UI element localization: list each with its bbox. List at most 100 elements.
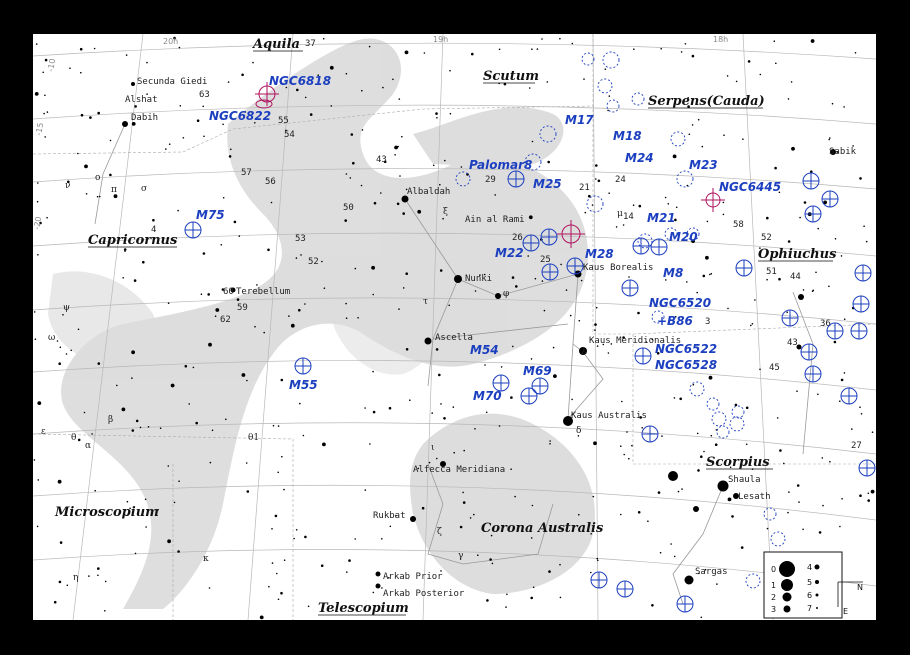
globular-cluster-marker[interactable] (804, 365, 822, 383)
faint-star (615, 226, 618, 228)
faint-star (786, 311, 788, 314)
globular-cluster-marker[interactable] (854, 264, 872, 282)
faint-star (283, 488, 285, 491)
globular-cluster-marker[interactable] (840, 387, 858, 405)
faint-star (637, 311, 640, 315)
faint-star (56, 340, 59, 342)
faint-star (759, 73, 762, 76)
globular-cluster-marker[interactable] (632, 237, 650, 255)
faint-star (448, 304, 451, 307)
faint-star (591, 204, 594, 206)
faint-star (277, 425, 280, 427)
faint-star (222, 123, 224, 126)
globular-cluster-marker[interactable] (650, 238, 668, 256)
faint-star (225, 418, 227, 421)
globular-cluster-marker[interactable] (641, 425, 659, 443)
globular-cluster-marker[interactable] (541, 263, 559, 281)
dec-label: -20 (33, 216, 43, 230)
faint-star (53, 600, 57, 604)
faint-star (295, 529, 298, 531)
globular-cluster-marker[interactable] (616, 580, 634, 598)
star-arkab-prior-dot (375, 571, 381, 577)
globular-cluster-marker[interactable] (858, 459, 876, 477)
globular-cluster-marker[interactable] (294, 357, 312, 375)
faint-star (790, 81, 793, 83)
star-nunki-dot (454, 275, 462, 283)
faint-star (638, 204, 642, 208)
faint-star (471, 52, 474, 56)
globular-cluster-marker[interactable] (540, 228, 558, 246)
faint-star (195, 421, 198, 425)
faint-star (36, 200, 39, 203)
faint-star (829, 137, 831, 139)
globular-cluster-marker[interactable] (520, 387, 538, 405)
faint-star (409, 399, 411, 402)
faint-star (299, 402, 301, 405)
globular-cluster-marker[interactable] (522, 234, 540, 252)
faint-star (799, 216, 801, 219)
faint-star (134, 552, 137, 555)
faint-star (595, 306, 598, 309)
faint-star (131, 350, 135, 355)
faint-star (776, 417, 779, 419)
magnitude-legend: 0 1 2 3 4 5 6 7 N E (763, 551, 863, 619)
faint-star (399, 175, 401, 177)
globular-cluster-marker[interactable] (852, 295, 870, 313)
globular-cluster-marker[interactable] (590, 571, 608, 589)
faint-star (131, 377, 133, 379)
faint-star (449, 112, 452, 115)
globular-cluster-marker[interactable] (621, 279, 639, 297)
constellation-corona-australis: Corona Australis (481, 521, 604, 536)
dso-m17-label: M17 (565, 113, 594, 127)
faint-star (357, 317, 359, 319)
faint-star (727, 307, 729, 310)
globular-cluster-marker[interactable] (507, 170, 525, 188)
faint-star (77, 328, 80, 331)
faint-star (348, 559, 351, 562)
faint-star (215, 308, 220, 312)
faint-star (607, 352, 610, 354)
globular-cluster-marker[interactable] (800, 343, 818, 361)
flamsteed-number: 62 (220, 315, 231, 325)
faint-star (796, 390, 798, 393)
faint-star (595, 164, 598, 167)
globular-cluster-marker[interactable] (735, 259, 753, 277)
faint-star (345, 302, 347, 305)
faint-star (46, 111, 49, 113)
faint-star (97, 362, 101, 365)
faint-star (62, 314, 64, 316)
faint-star (170, 383, 175, 388)
faint-star (843, 318, 846, 321)
globular-cluster-marker[interactable] (531, 377, 549, 395)
flamsteed-number: 37 (305, 39, 316, 49)
faint-star (628, 276, 630, 278)
faint-star (57, 479, 62, 484)
faint-star (867, 492, 870, 495)
globular-cluster-marker[interactable] (826, 322, 844, 340)
globular-cluster-marker[interactable] (850, 322, 868, 340)
globular-cluster-marker[interactable] (676, 595, 694, 613)
faint-star (729, 466, 732, 469)
faint-star (435, 348, 439, 351)
globular-cluster-marker[interactable] (566, 257, 584, 275)
faint-star (696, 432, 699, 435)
faint-star (145, 526, 147, 528)
globular-cluster-marker[interactable] (781, 309, 799, 327)
star-name-ain-al-rami: Ain al Rami (465, 215, 525, 225)
faint-star (670, 543, 672, 545)
faint-star (84, 164, 88, 169)
faint-star (129, 507, 131, 510)
faint-star (77, 152, 79, 155)
globular-cluster-marker[interactable] (804, 205, 822, 223)
faint-star (361, 129, 364, 131)
faint-star (256, 284, 258, 286)
globular-cluster-marker[interactable] (184, 221, 202, 239)
globular-cluster-marker[interactable] (802, 172, 820, 190)
faint-star (532, 586, 535, 589)
star-phi-dot (495, 293, 501, 299)
globular-cluster-marker[interactable] (634, 347, 652, 365)
faint-star (345, 173, 348, 175)
faint-star (271, 528, 273, 530)
faint-star (295, 257, 298, 259)
globular-cluster-marker[interactable] (821, 190, 839, 208)
